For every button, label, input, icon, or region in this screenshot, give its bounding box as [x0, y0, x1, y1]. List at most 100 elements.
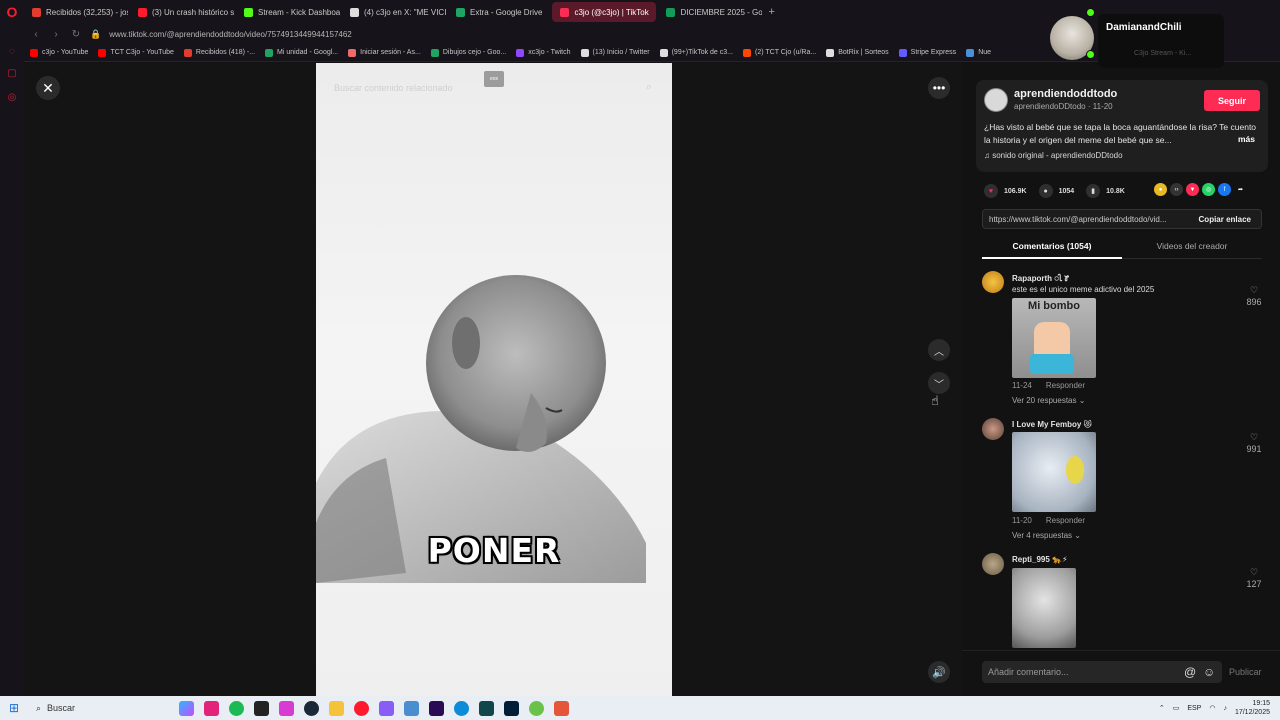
send-icon[interactable]: ▼	[1186, 183, 1199, 196]
facebook-icon[interactable]: f	[1218, 183, 1231, 196]
bookmark-item[interactable]: (99+)TikTok de c3...	[659, 48, 733, 57]
taskbar-app-edge-icon[interactable]	[451, 697, 473, 719]
tray-chevron-icon[interactable]: ⌃	[1159, 704, 1165, 712]
taskbar-app-icon[interactable]	[551, 697, 573, 719]
author-name[interactable]: aprendiendoddtodo	[1014, 88, 1117, 100]
reply-button[interactable]: Responder	[1046, 381, 1085, 390]
description-more-link[interactable]: más	[1238, 134, 1255, 144]
url-field[interactable]: www.tiktok.com/@aprendiendoddtodo/video/…	[109, 30, 352, 39]
taskbar-app-icon[interactable]	[201, 697, 223, 719]
taskbar-app-icon[interactable]	[401, 697, 423, 719]
comment-image[interactable]	[1012, 568, 1076, 648]
clock[interactable]: 19:15 17/12/2025	[1235, 699, 1270, 717]
taskbar-app-spotify-icon[interactable]	[226, 697, 248, 719]
reply-button[interactable]: Responder	[1046, 516, 1085, 525]
taskbar-app-explorer-icon[interactable]	[326, 697, 348, 719]
tray-app-icon[interactable]: ▭	[1173, 704, 1180, 712]
emoji-icon[interactable]: ☺	[1203, 665, 1215, 679]
follow-button[interactable]: Seguir	[1204, 90, 1260, 111]
author-avatar[interactable]	[984, 88, 1008, 112]
sidebar-item-whatsapp-icon[interactable]: ◎	[6, 92, 18, 104]
sound-link[interactable]: ♫ sonido original - aprendiendoDDtodo	[984, 151, 1123, 160]
bookmark-item[interactable]: (2) TCT Cjo (u/Ra...	[743, 48, 816, 57]
browser-tab[interactable]: (4) c3jo en X: "ME VICI	[342, 2, 446, 22]
sidebar-item-bag-icon[interactable]: ▢	[6, 68, 18, 80]
volume-icon[interactable]: 🔊	[928, 661, 950, 683]
bookmark-item[interactable]: Recibidos (418) -...	[183, 48, 255, 57]
taskbar-app-icon[interactable]	[476, 697, 498, 719]
bookmark-item[interactable]: Stripe Express	[898, 48, 956, 57]
browser-tab[interactable]: Extra - Google Drive	[448, 2, 550, 22]
avatar[interactable]	[982, 553, 1004, 575]
share-arrow-icon[interactable]: ➦	[1234, 183, 1247, 196]
copy-link-button[interactable]: Copiar enlace	[1189, 215, 1261, 224]
speaker-icon[interactable]: ♪	[1223, 705, 1227, 712]
comment-icon[interactable]: ●	[1038, 184, 1053, 198]
lock-icon[interactable]: 🔒	[90, 29, 101, 40]
tab-comments[interactable]: Comentarios (1054)	[982, 241, 1122, 251]
browser-tab[interactable]: (3) Un crash histórico se	[130, 2, 234, 22]
back-icon[interactable]: ‹	[30, 29, 42, 40]
embed-icon[interactable]: ‹›	[1170, 183, 1183, 196]
next-video-icon[interactable]: ﹀	[928, 372, 950, 394]
taskbar-app-epic-icon[interactable]	[251, 697, 273, 719]
previous-video-icon[interactable]: ︿	[928, 339, 950, 361]
view-replies-link[interactable]: Ver 4 respuestas ⌄	[1012, 531, 1081, 540]
taskbar-app-opera-icon[interactable]	[351, 697, 373, 719]
bookmark-item[interactable]: Mi unidad - Googl...	[265, 48, 338, 57]
view-replies-link[interactable]: Ver 20 respuestas ⌄	[1012, 396, 1085, 405]
bookmark-item[interactable]: Dibujos cejo - Goo...	[430, 48, 506, 57]
comment-username[interactable]: Repti_995 🐆⚡	[1012, 555, 1068, 564]
bookmark-item[interactable]: BotRix | Sorteos	[826, 48, 889, 57]
comment-like[interactable]: ♡ 127	[1244, 567, 1264, 589]
whatsapp-icon[interactable]: ◎	[1202, 183, 1215, 196]
wifi-icon[interactable]: ◠	[1209, 704, 1215, 712]
bookmark-item[interactable]: (13) Inicio / Twitter	[580, 48, 650, 57]
forward-icon[interactable]: ›	[50, 29, 62, 40]
browser-tab[interactable]: Stream - Kick Dashboard	[236, 2, 340, 22]
taskbar-app-photoshop-icon[interactable]	[501, 697, 523, 719]
bookmark-item[interactable]: Nue	[966, 48, 991, 57]
taskbar-app-copilot-icon[interactable]	[176, 697, 198, 719]
heart-icon[interactable]: ♥	[984, 184, 998, 198]
bookmark-item[interactable]: xc3jo - Twitch	[516, 48, 571, 57]
comment-image[interactable]	[1012, 432, 1096, 512]
taskbar-app-icon[interactable]	[376, 697, 398, 719]
browser-tab[interactable]: DICIEMBRE 2025 - Googl	[658, 2, 762, 22]
heart-outline-icon[interactable]: ♡	[1250, 567, 1258, 577]
new-tab-button[interactable]: +	[762, 6, 780, 18]
bookmark-icon[interactable]: ▮	[1086, 184, 1101, 198]
bookmark-item[interactable]: Iniciar sesión - As...	[348, 48, 421, 57]
taskbar-app-premiere-icon[interactable]	[426, 697, 448, 719]
tab-creator-videos[interactable]: Videos del creador	[1122, 241, 1262, 251]
heart-outline-icon[interactable]: ♡	[1250, 432, 1258, 442]
video-player[interactable]: Buscar contenido relacionado ⌕ eox PONER	[316, 63, 672, 696]
avatar[interactable]	[982, 418, 1004, 440]
heart-outline-icon[interactable]: ♡	[1250, 285, 1258, 295]
close-icon[interactable]: ✕	[36, 76, 60, 100]
avatar[interactable]	[982, 271, 1004, 293]
search-icon[interactable]: ⌕	[646, 81, 652, 94]
reload-icon[interactable]: ↻	[70, 29, 82, 40]
publish-button[interactable]: Publicar	[1229, 667, 1262, 677]
comment-like[interactable]: ♡ 991	[1244, 432, 1264, 454]
bookmark-item[interactable]: TCT C3jo - YouTube	[98, 48, 174, 57]
coin-icon[interactable]: ●	[1154, 183, 1167, 196]
more-options-icon[interactable]: •••	[928, 77, 950, 99]
comment-like[interactable]: ♡ 896	[1244, 285, 1264, 307]
opera-logo-icon[interactable]: O	[0, 0, 24, 24]
windows-start-icon[interactable]: ⊞	[0, 696, 28, 720]
taskbar-search[interactable]: ⌕ Buscar	[28, 696, 148, 720]
video-link[interactable]: https://www.tiktok.com/@aprendiendoddtod…	[983, 215, 1189, 224]
taskbar-app-steam-icon[interactable]	[301, 697, 323, 719]
browser-tab[interactable]: Recibidos (32,253) - jose	[24, 2, 128, 22]
browser-tab[interactable]: c3jo (@c3jo) | TikTok	[552, 2, 657, 22]
taskbar-app-icon[interactable]	[276, 697, 298, 719]
sidebar-item-messenger-icon[interactable]: ◌	[6, 46, 18, 58]
comment-image[interactable]: Mi bombo	[1012, 298, 1096, 378]
comment-username[interactable]: Rapaporth ꢷ ꢸ	[1012, 273, 1069, 284]
mention-icon[interactable]: @	[1184, 665, 1196, 679]
bookmark-item[interactable]: c3jo - YouTube	[30, 48, 88, 57]
taskbar-app-icon[interactable]	[526, 697, 548, 719]
comment-username[interactable]: I Love My Femboy 😻	[1012, 420, 1092, 429]
